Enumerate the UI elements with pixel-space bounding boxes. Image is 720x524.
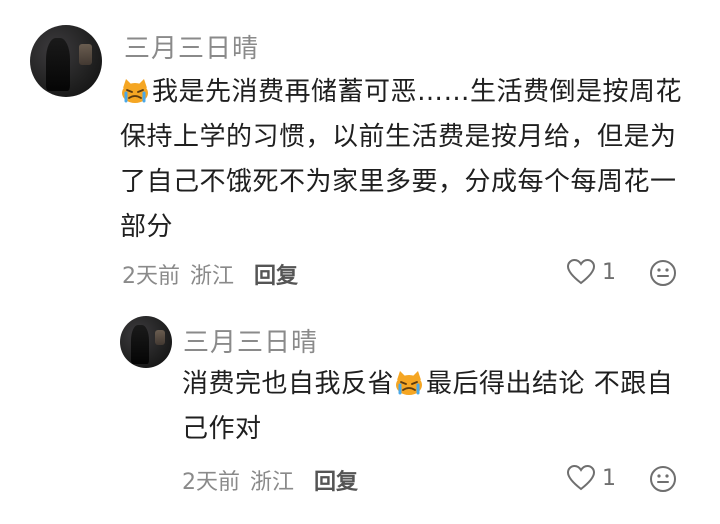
like-button[interactable]: 1 — [566, 258, 616, 286]
comment-text: 消费完也自我反省 最后得出结论 不跟自己作对 — [182, 362, 682, 452]
comment-username[interactable]: 三月三日晴 — [183, 322, 318, 359]
comment-body: 我是先消费再储蓄可恶……生活费倒是按周花保持上学的习惯，以前生活费是按月给，但是… — [120, 77, 683, 242]
comment-meta: 2天前 浙江 回复 — [122, 258, 298, 290]
emoji-reaction-icon[interactable] — [649, 259, 677, 287]
cat-crying-emoji-icon — [396, 371, 423, 395]
comment-location: 浙江 — [250, 470, 295, 495]
reply-button[interactable]: 回复 — [314, 464, 358, 496]
heart-icon — [566, 258, 596, 285]
comment-username[interactable]: 三月三日晴 — [124, 28, 259, 65]
comment-body-part: 消费完也自我反省 — [182, 369, 395, 399]
comment-text: 我是先消费再储蓄可恶……生活费倒是按周花保持上学的习惯，以前生活费是按月给，但是… — [120, 70, 690, 250]
like-count: 1 — [602, 259, 616, 285]
comment-time: 2天前 — [182, 470, 240, 495]
reply-button[interactable]: 回复 — [254, 258, 298, 290]
comment-time: 2天前 — [122, 264, 180, 289]
comment-meta: 2天前 浙江 回复 — [182, 464, 358, 496]
heart-icon — [566, 464, 596, 491]
emoji-reaction-icon[interactable] — [649, 465, 677, 493]
avatar[interactable] — [120, 316, 172, 368]
like-count: 1 — [602, 465, 616, 491]
comment-location: 浙江 — [190, 264, 235, 289]
avatar[interactable] — [30, 25, 102, 97]
cat-crying-emoji-icon — [122, 79, 148, 103]
like-button[interactable]: 1 — [566, 464, 616, 492]
